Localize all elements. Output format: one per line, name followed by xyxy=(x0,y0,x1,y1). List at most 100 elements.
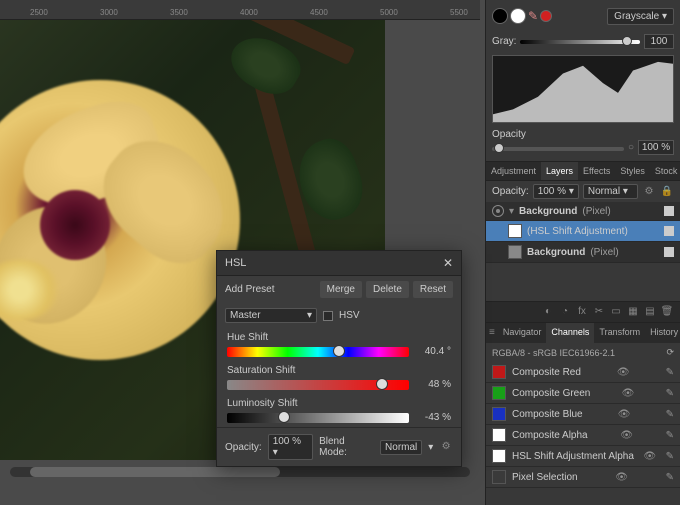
edit-icon[interactable]: ✎ xyxy=(666,388,674,399)
ruler-tick: 4000 xyxy=(240,8,258,17)
gear-icon[interactable]: ⚙ xyxy=(642,185,656,199)
reset-button[interactable]: Reset xyxy=(413,281,453,298)
layer-row[interactable]: (HSL Shift Adjustment) xyxy=(486,221,680,242)
merge-button[interactable]: Merge xyxy=(320,281,362,298)
visibility-icon[interactable]: 👁 xyxy=(620,430,633,441)
channel-row[interactable]: Pixel Selection👁✎ xyxy=(486,467,680,488)
blend-mode-dropdown[interactable]: Normal ▾ xyxy=(583,184,638,199)
chevron-down-icon[interactable]: ▾ xyxy=(509,206,514,217)
group-icon[interactable]: ▭ xyxy=(609,305,623,319)
gear-icon[interactable]: ⚙ xyxy=(439,440,453,454)
tab-styles[interactable]: Styles xyxy=(615,162,650,180)
chevron-down-icon[interactable]: ▾ xyxy=(428,442,433,453)
fx-icon[interactable]: fx xyxy=(575,305,589,319)
saturation-value[interactable]: 48 % xyxy=(415,379,451,390)
dlg-opacity-dropdown[interactable]: 100 % ▾ xyxy=(268,434,313,460)
adjustment-icon[interactable]: ◔ xyxy=(558,305,572,319)
layer-row[interactable]: Background (Pixel) xyxy=(486,242,680,263)
tab-layers[interactable]: Layers xyxy=(541,162,578,180)
dlg-blend-dropdown[interactable]: Normal xyxy=(380,440,422,455)
tab-adjustment[interactable]: Adjustment xyxy=(486,162,541,180)
scrollbar-horizontal[interactable] xyxy=(10,467,470,477)
visibility-toggle[interactable] xyxy=(492,205,504,217)
tab-history[interactable]: History xyxy=(645,323,680,343)
layer-name: Background xyxy=(519,206,577,217)
color-swatch-black[interactable] xyxy=(492,8,508,24)
refresh-icon[interactable]: ⟳ xyxy=(666,347,674,358)
hue-value[interactable]: 40.4 ° xyxy=(415,346,451,357)
luminosity-slider[interactable] xyxy=(227,413,409,423)
visibility-icon[interactable]: 👁 xyxy=(618,409,631,420)
hsv-label: HSV xyxy=(339,310,360,321)
edit-icon[interactable]: ✎ xyxy=(666,409,674,420)
add-icon[interactable]: ▤ xyxy=(643,305,657,319)
delete-button[interactable]: Delete xyxy=(366,281,409,298)
saturation-slider[interactable] xyxy=(227,380,409,390)
merge-icon[interactable]: ▦ xyxy=(626,305,640,319)
channel-row[interactable]: HSL Shift Adjustment Alpha👁✎ xyxy=(486,446,680,467)
edit-icon[interactable]: ✎ xyxy=(666,367,674,378)
luminosity-value[interactable]: -43 % xyxy=(415,412,451,423)
dlg-opacity-value: 100 % xyxy=(273,436,301,447)
visibility-icon[interactable]: 👁 xyxy=(617,367,630,378)
channel-row[interactable]: Composite Blue👁✎ xyxy=(486,404,680,425)
layer-type: (Pixel) xyxy=(582,206,610,217)
gray-value[interactable]: 100 xyxy=(644,34,674,49)
delete-icon[interactable]: 🗑 xyxy=(660,305,674,319)
visibility-icon[interactable]: 👁 xyxy=(622,388,635,399)
ruler-tick: 3000 xyxy=(100,8,118,17)
slider-knob[interactable] xyxy=(278,411,290,423)
layer-type: (Pixel) xyxy=(590,247,618,258)
slider-knob[interactable] xyxy=(376,378,388,390)
menu-icon[interactable]: ≡ xyxy=(489,326,495,340)
layer-row[interactable]: ▾ Background (Pixel) xyxy=(486,202,680,221)
layer-checkbox[interactable] xyxy=(664,206,674,216)
tab-channels[interactable]: Channels xyxy=(546,323,594,343)
opacity-slider[interactable] xyxy=(492,147,624,151)
tab-navigator[interactable]: Navigator xyxy=(498,323,547,343)
color-swatch-red[interactable] xyxy=(540,10,552,22)
channel-row[interactable]: Composite Red👁✎ xyxy=(486,362,680,383)
channel-swatch xyxy=(492,407,506,421)
add-preset-button[interactable]: Add Preset xyxy=(225,284,274,295)
slider-knob[interactable] xyxy=(622,36,632,46)
tab-effects[interactable]: Effects xyxy=(578,162,615,180)
tab-stock[interactable]: Stock xyxy=(650,162,680,180)
blend-mode-value: Normal xyxy=(588,186,620,197)
color-swatch-white[interactable] xyxy=(510,8,526,24)
edit-icon[interactable]: ✎ xyxy=(666,451,674,462)
color-selector: ✎ Grayscale ▾ xyxy=(486,0,680,32)
lock-icon[interactable]: 🔒 xyxy=(660,185,674,199)
histogram xyxy=(492,55,674,123)
brush-icon[interactable]: ✎ xyxy=(528,9,538,23)
color-mode-dropdown[interactable]: Grayscale ▾ xyxy=(607,8,674,25)
visibility-icon[interactable]: 👁 xyxy=(615,472,628,483)
hsl-dialog[interactable]: HSL ✕ Add Preset Merge Delete Reset Mast… xyxy=(216,250,462,467)
layer-name: Background xyxy=(527,247,585,258)
channel-row[interactable]: Composite Green👁✎ xyxy=(486,383,680,404)
hue-slider[interactable] xyxy=(227,347,409,357)
slider-knob[interactable] xyxy=(333,345,345,357)
gray-label: Gray: xyxy=(492,36,516,47)
layer-checkbox[interactable] xyxy=(664,226,674,236)
edit-icon[interactable]: ✎ xyxy=(666,430,674,441)
crop-icon[interactable]: ✂ xyxy=(592,305,606,319)
gray-slider[interactable] xyxy=(520,40,640,44)
channel-row[interactable]: Composite Alpha👁✎ xyxy=(486,425,680,446)
channel-dropdown[interactable]: Master ▾ xyxy=(225,308,317,323)
layer-opacity-dropdown[interactable]: 100 % ▾ xyxy=(533,184,579,199)
mask-icon[interactable]: ◐ xyxy=(541,305,555,319)
dialog-titlebar[interactable]: HSL ✕ xyxy=(217,251,461,276)
tab-transform[interactable]: Transform xyxy=(594,323,645,343)
slider-knob[interactable] xyxy=(494,143,504,153)
dlg-blend-value: Normal xyxy=(385,442,417,453)
scrollbar-thumb[interactable] xyxy=(30,467,280,477)
ruler-tick: 2500 xyxy=(30,8,48,17)
edit-icon[interactable]: ✎ xyxy=(666,472,674,483)
opacity-value[interactable]: 100 % xyxy=(638,140,674,155)
close-icon[interactable]: ✕ xyxy=(443,256,453,270)
hsv-checkbox[interactable] xyxy=(323,311,333,321)
layer-checkbox[interactable] xyxy=(664,247,674,257)
visibility-icon[interactable]: 👁 xyxy=(643,451,656,462)
ruler-tick: 3500 xyxy=(170,8,188,17)
